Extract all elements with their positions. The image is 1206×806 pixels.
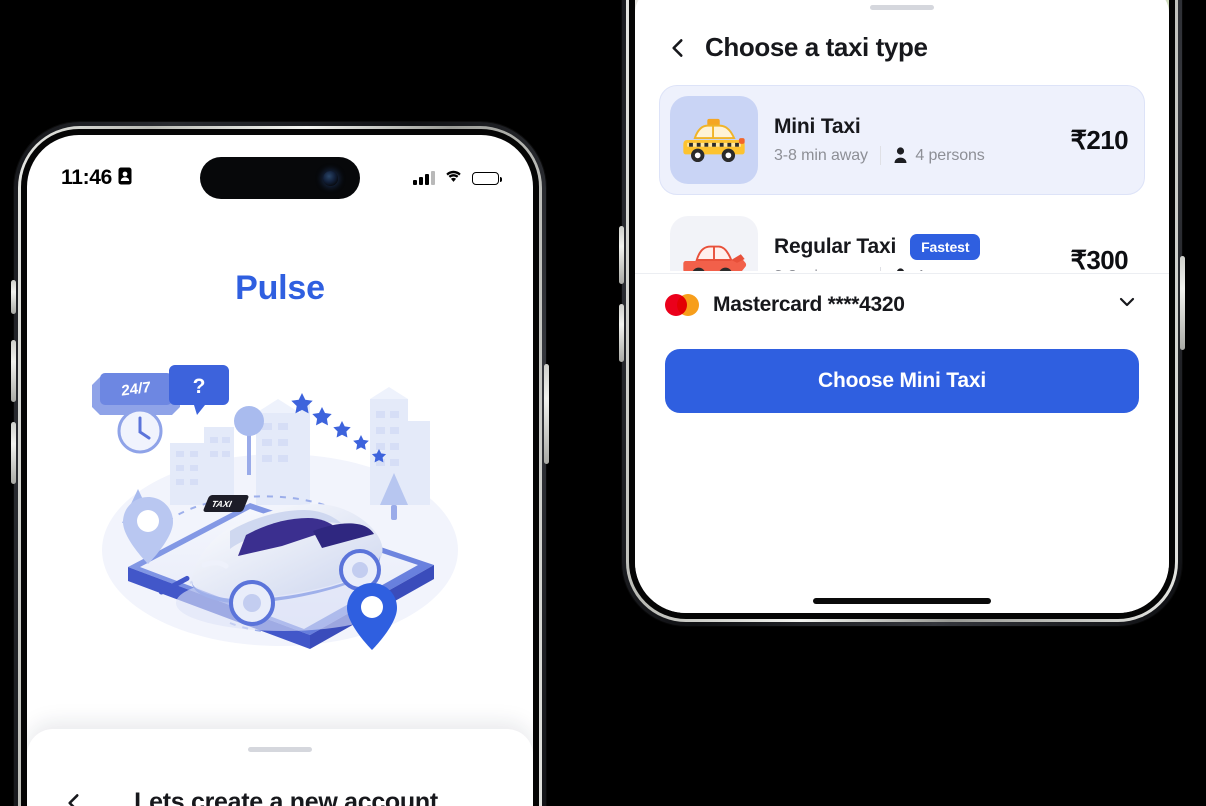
chevron-left-icon[interactable] — [665, 35, 691, 61]
sheet-header: Choose a taxi type — [635, 32, 1169, 63]
page-title: Pulse — [235, 269, 325, 307]
taxi-name-line: Regular Taxi Fastest — [774, 234, 1048, 260]
taxi-capacity: 4 persons — [915, 268, 984, 272]
taxi-meta: 3-8 min away 4 persons — [774, 267, 1048, 271]
onboarding-illustration: 24/7 ? TAXI — [27, 345, 533, 675]
taxi-capacity-group: 4 persons — [893, 146, 985, 165]
taxi-price: ₹210 — [1070, 124, 1128, 155]
clock-icon — [117, 408, 163, 454]
map-pin-right — [347, 583, 397, 650]
mastercard-icon — [665, 293, 699, 316]
taxi-eta: 3-8 min away — [774, 146, 868, 164]
right-phone-screen: NICE ROAD Choose a taxi type — [635, 0, 1169, 613]
person-icon — [893, 147, 908, 164]
taxi-option-details: Mini Taxi 3-8 min away 4 persons — [774, 115, 1048, 165]
support-badge-24-7: 24/7 — [92, 373, 180, 415]
taxi-option-mini-taxi[interactable]: Mini Taxi 3-8 min away 4 persons ₹210 — [659, 85, 1145, 195]
sheet-title: Lets create a new account — [134, 788, 438, 806]
taxi-price: ₹300 — [1070, 244, 1128, 272]
payment-method-row[interactable]: Mastercard ****4320 — [635, 273, 1169, 335]
status-time: 11:46 — [61, 166, 113, 189]
meta-divider — [879, 267, 882, 271]
right-phone-device: NICE ROAD Choose a taxi type — [619, 0, 1185, 626]
taxi-eta: 3-8 min away — [774, 268, 868, 272]
create-account-sheet: Lets create a new account — [27, 729, 533, 806]
sheet-header: Lets create a new account — [27, 788, 533, 806]
taxi-name: Regular Taxi — [774, 235, 897, 258]
person-icon — [893, 268, 908, 271]
power-button[interactable] — [544, 364, 549, 464]
location-lock-icon — [118, 167, 132, 190]
left-phone-screen: 11:46 Pulse 24/7 ? TAXI Lets create a ne… — [27, 135, 533, 806]
mute-switch-button[interactable] — [11, 280, 16, 314]
drag-grabber[interactable] — [870, 5, 934, 10]
taxi-meta: 3-8 min away 4 persons — [774, 146, 1048, 165]
taxi-capacity: 4 persons — [915, 146, 985, 164]
mockup-stage: 11:46 Pulse 24/7 ? TAXI Lets create a ne… — [0, 0, 1206, 806]
status-bar-right — [413, 169, 502, 188]
volume-up-button[interactable] — [11, 340, 16, 402]
taxi-name: Mini Taxi — [774, 115, 861, 138]
status-badge: Fastest — [910, 234, 981, 260]
taxi-capacity-group: 4 persons — [893, 268, 985, 272]
cellular-signal-icon — [413, 171, 435, 185]
taxi-option-details: Regular Taxi Fastest 3-8 min away — [774, 234, 1048, 271]
power-button[interactable] — [1180, 256, 1185, 350]
home-indicator[interactable] — [813, 598, 991, 604]
wifi-icon — [444, 169, 463, 188]
front-camera-lens-icon — [323, 170, 338, 186]
taxi-type-sheet: Choose a taxi type Mini Taxi 3-8 min awa… — [635, 0, 1169, 613]
yellow-taxi-icon — [670, 96, 758, 184]
left-phone-device: 11:46 Pulse 24/7 ? TAXI Lets create a ne… — [11, 122, 549, 806]
isometric-taxi-city-illustration: 24/7 ? TAXI — [92, 365, 458, 650]
status-bar-left: 11:46 — [61, 166, 132, 190]
svg-text:?: ? — [193, 375, 206, 398]
choose-taxi-button[interactable]: Choose Mini Taxi — [665, 349, 1139, 413]
drag-grabber[interactable] — [248, 747, 312, 752]
taxi-option-list: Mini Taxi 3-8 min away 4 persons ₹210 Re… — [635, 85, 1169, 271]
sheet-title: Choose a taxi type — [705, 32, 928, 62]
svg-text:TAXI: TAXI — [210, 499, 234, 509]
payment-method-label: Mastercard ****4320 — [713, 292, 905, 316]
chevron-down-icon[interactable] — [1115, 290, 1139, 319]
taxi-name-line: Mini Taxi — [774, 115, 1048, 139]
volume-down-button[interactable] — [619, 304, 624, 362]
red-car-icon — [670, 216, 758, 271]
dynamic-island — [200, 157, 360, 199]
volume-down-button[interactable] — [11, 422, 16, 484]
meta-divider — [879, 146, 882, 165]
volume-up-button[interactable] — [619, 226, 624, 284]
taxi-option-regular-taxi[interactable]: Regular Taxi Fastest 3-8 min away — [659, 205, 1145, 271]
battery-low-icon — [472, 171, 502, 185]
